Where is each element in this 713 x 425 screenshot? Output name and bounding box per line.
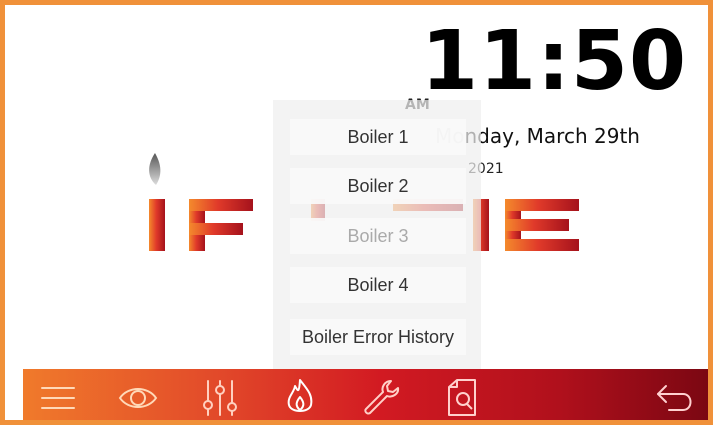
document-search-icon[interactable] <box>441 377 483 419</box>
menu-icon[interactable] <box>37 377 79 419</box>
sliders-icon[interactable] <box>199 377 241 419</box>
bottom-toolbar <box>23 369 708 420</box>
screen-frame: 11:50 AM Monday, March 29th 2021 Boiler … <box>0 0 713 425</box>
menu-item-boiler-error-history[interactable]: Boiler Error History <box>290 319 466 355</box>
menu-item-boiler-1[interactable]: Boiler 1 <box>290 119 466 155</box>
eye-icon[interactable] <box>117 377 159 419</box>
back-arrow-icon[interactable] <box>655 377 697 419</box>
menu-item-boiler-4[interactable]: Boiler 4 <box>290 267 466 303</box>
menu-item-boiler-2[interactable]: Boiler 2 <box>290 168 466 204</box>
menu-item-boiler-3: Boiler 3 <box>290 218 466 254</box>
clock-time: 11:50 <box>421 14 688 109</box>
flame-icon[interactable] <box>279 377 321 419</box>
wrench-icon[interactable] <box>361 377 403 419</box>
